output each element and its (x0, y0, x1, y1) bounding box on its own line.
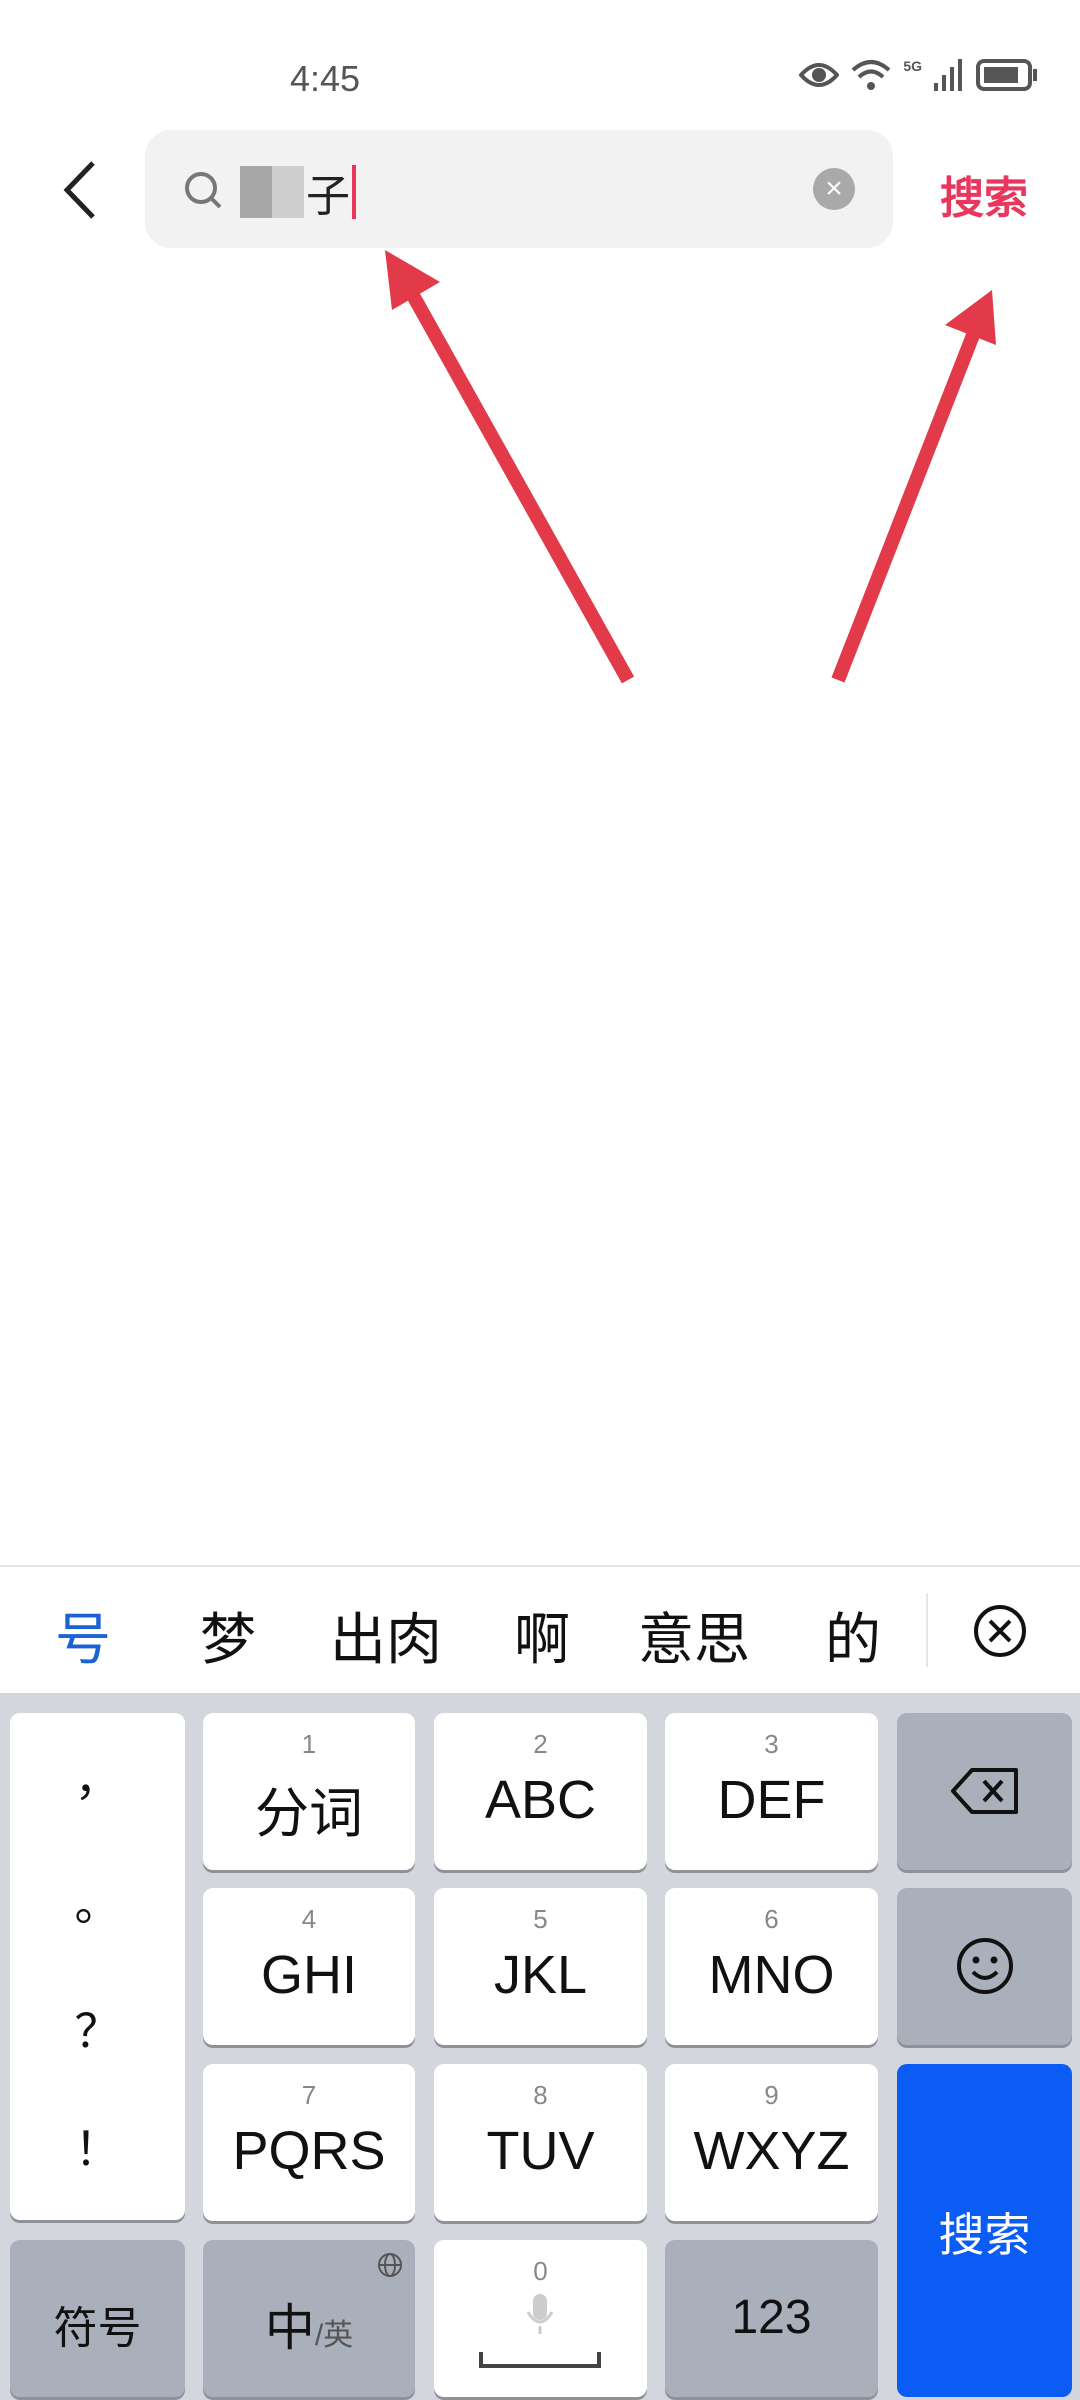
close-candidates-icon[interactable] (972, 1603, 1028, 1659)
key-label: ABC (484, 1770, 597, 1830)
search-enter-key[interactable]: 搜索 (897, 2064, 1072, 2397)
punctuation-key[interactable]: ， 。 ？ ！ (10, 1713, 185, 2220)
keyboard: ， 。 ？ ！ 1 分词 2 ABC 3 DEF 4 GHI 5 JKL 6 MNO 7 PQ… (0, 1693, 1080, 2400)
key-number: 1 (301, 1729, 317, 1759)
emoji-key[interactable] (897, 1888, 1072, 2045)
divider (926, 1593, 928, 1667)
arrow-to-search (831, 290, 996, 683)
candidate-item[interactable]: 意思 (638, 1595, 750, 1676)
candidate-item[interactable]: 号 (55, 1595, 111, 1676)
key-number: 3 (764, 1729, 779, 1759)
comma[interactable]: ， (10, 1743, 185, 1809)
key-label: DEF (717, 1770, 826, 1830)
key-1[interactable]: 1 分词 (203, 1713, 415, 1870)
key-number: 4 (301, 1904, 317, 1934)
arrow-to-input (385, 250, 635, 684)
key-label: 搜索 (938, 2209, 1031, 2261)
numbers-key[interactable]: 123 (665, 2240, 878, 2397)
key-label: MNO (708, 1945, 835, 2005)
exclamation-mark[interactable]: ！ (10, 2113, 185, 2179)
key-label: PQRS (232, 2121, 386, 2181)
smiley-icon (956, 1938, 1013, 1994)
lang-alt: /英 (314, 2319, 354, 2352)
space-key[interactable]: 0 (434, 2240, 647, 2397)
key-4[interactable]: 4 GHI (203, 1888, 415, 2045)
key-number: 5 (533, 1904, 548, 1934)
space-bar-icon (479, 2352, 601, 2368)
globe-icon (378, 2253, 402, 2277)
key-8[interactable]: 8 TUV (434, 2064, 647, 2221)
candidate-item[interactable]: 的 (825, 1595, 881, 1676)
key-9[interactable]: 9 WXYZ (665, 2064, 878, 2221)
key-label: WXYZ (693, 2121, 850, 2181)
key-2[interactable]: 2 ABC (434, 1713, 647, 1870)
period[interactable]: 。 (10, 1868, 185, 1934)
backspace-key[interactable] (897, 1713, 1072, 1870)
candidate-item[interactable]: 梦 (200, 1595, 256, 1676)
symbols-key[interactable]: 符号 (10, 2240, 185, 2397)
key-number: 7 (301, 2080, 317, 2110)
microphone-icon (526, 2294, 554, 2334)
key-label: 123 (731, 2291, 812, 2344)
backspace-icon (950, 1768, 1018, 1814)
key-label: 符号 (53, 2304, 142, 2353)
lang-main: 中 (264, 2300, 315, 2356)
key-number: 9 (764, 2080, 779, 2110)
key-7[interactable]: 7 PQRS (203, 2064, 415, 2221)
annotation-arrows (385, 250, 996, 684)
question-mark[interactable]: ？ (10, 1995, 185, 2061)
key-number: 8 (533, 2080, 548, 2110)
key-5[interactable]: 5 JKL (434, 1888, 647, 2045)
key-3[interactable]: 3 DEF (665, 1713, 878, 1870)
key-label: TUV (486, 2121, 595, 2181)
language-switch-key[interactable]: 中/英 (203, 2240, 415, 2397)
key-number: 2 (533, 1729, 548, 1759)
key-label: JKL (493, 1945, 588, 2005)
key-label: GHI (260, 1945, 357, 2005)
key-number: 0 (533, 2256, 548, 2286)
key-number: 6 (764, 1904, 779, 1934)
key-6[interactable]: 6 MNO (665, 1888, 878, 2045)
candidate-item[interactable]: 出肉 (330, 1595, 442, 1676)
key-label: 分词 (255, 1784, 363, 1844)
candidate-item[interactable]: 啊 (514, 1595, 570, 1676)
candidate-bar: 号 梦 出肉 啊 意思 的 (0, 1565, 1080, 1693)
